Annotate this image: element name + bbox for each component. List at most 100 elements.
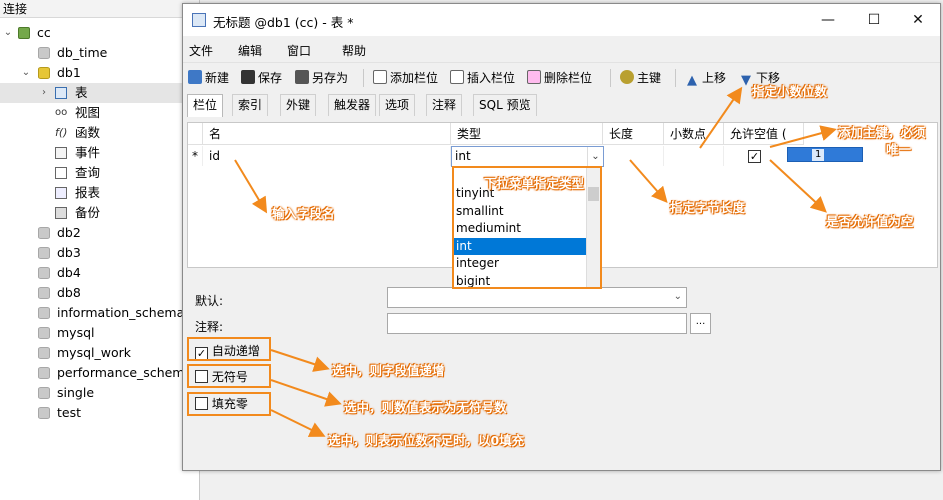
new-button[interactable]: 新建: [188, 68, 229, 88]
tree-item-views[interactable]: oo 视图: [0, 103, 200, 123]
column-header-type[interactable]: 类型: [451, 123, 603, 145]
highlight-unsigned: [187, 364, 271, 388]
field-length-cell[interactable]: [603, 146, 664, 166]
tab-options[interactable]: 选项: [379, 94, 416, 116]
insert-field-button[interactable]: 插入栏位: [450, 68, 515, 88]
annotation-auto-increment: 选中，则字段值递增: [332, 363, 445, 378]
database-icon: [38, 267, 50, 279]
maximize-button[interactable]: ☐: [851, 4, 897, 36]
annotation-unsigned: 选中，则数值表示为无符号数: [344, 400, 507, 415]
menu-window[interactable]: 窗口: [287, 42, 311, 59]
menu-help[interactable]: 帮助: [342, 42, 366, 59]
primary-key-button[interactable]: 主键: [620, 68, 661, 88]
tab-foreign-keys[interactable]: 外键: [280, 94, 317, 116]
annotation-zerofill: 选中，则表示位数不足时，以0填充: [328, 433, 525, 448]
toolbar-divider: [610, 69, 611, 87]
arrow-down-icon: ▼: [741, 73, 751, 88]
tree-db-db_time[interactable]: db_time: [0, 43, 200, 63]
insert-field-icon: [450, 70, 464, 84]
save-as-icon: [295, 70, 309, 84]
tree-db[interactable]: performance_schema: [0, 363, 200, 383]
column-header-name[interactable]: 名: [203, 123, 451, 145]
title-bar: 无标题 @db1 (cc) - 表 * — ☐ ✕: [183, 4, 940, 36]
tree-item-functions[interactable]: f() 函数: [0, 123, 200, 143]
field-type-combobox[interactable]: int ⌄: [451, 146, 604, 167]
tree-db[interactable]: mysql: [0, 323, 200, 343]
tree-db[interactable]: single: [0, 383, 200, 403]
window-title: 无标题 @db1 (cc) - 表 *: [213, 15, 354, 30]
tree-item-reports[interactable]: 报表: [0, 183, 200, 203]
grid-corner: [188, 123, 203, 145]
close-button[interactable]: ✕: [895, 4, 941, 36]
tree-db[interactable]: mysql_work: [0, 343, 200, 363]
table-icon: [55, 87, 67, 99]
delete-field-button[interactable]: 删除栏位: [527, 68, 592, 88]
comment-expand-button[interactable]: ...: [690, 313, 711, 334]
add-field-button[interactable]: 添加栏位: [373, 68, 438, 88]
tree-db[interactable]: information_schema: [0, 303, 200, 323]
primary-key-marker: 1: [787, 147, 863, 162]
save-as-button[interactable]: 另存为: [295, 68, 348, 88]
query-icon: [55, 167, 67, 179]
database-open-icon: [38, 67, 50, 79]
comment-label: 注释:: [195, 320, 224, 334]
database-icon: [38, 287, 50, 299]
tree-db[interactable]: db4: [0, 263, 200, 283]
tab-triggers[interactable]: 触发器: [328, 94, 377, 116]
connection-navigator: 连接 ⌄ cc db_time ⌄ db1 › 表 oo 视图 f() 函数 事…: [0, 0, 200, 500]
chevron-down-icon[interactable]: ⌄: [587, 147, 603, 166]
database-icon: [38, 47, 50, 59]
arrow-up-icon: ▲: [687, 73, 697, 88]
field-name-cell[interactable]: id: [203, 146, 451, 166]
tree-item-backups[interactable]: 备份: [0, 203, 200, 223]
database-icon: [38, 367, 50, 379]
table-icon: [192, 13, 206, 27]
field-decimals-cell[interactable]: [664, 146, 724, 166]
primary-key-index: 1: [812, 149, 825, 161]
minimize-button[interactable]: —: [805, 4, 851, 36]
chevron-right-icon[interactable]: ›: [38, 83, 50, 103]
field-type-value: int: [455, 149, 471, 163]
annotation-allow-null: 是否允许值为空: [826, 214, 914, 229]
annotation-length: 指定字节长度: [670, 200, 746, 215]
add-field-icon: [373, 70, 387, 84]
menu-bar: 文件 编辑 窗口 帮助: [183, 36, 940, 62]
tab-fields[interactable]: 栏位: [187, 94, 224, 117]
move-up-button[interactable]: ▲ 上移: [685, 68, 726, 88]
chevron-down-icon[interactable]: ⌄: [674, 291, 682, 302]
comment-input[interactable]: [387, 313, 687, 334]
tree-db[interactable]: test: [0, 403, 200, 423]
connection-icon: [18, 27, 30, 39]
tab-indexes[interactable]: 索引: [232, 94, 269, 116]
menu-file[interactable]: 文件: [189, 42, 213, 59]
column-header-decimals[interactable]: 小数点: [664, 123, 724, 145]
row-marker: *: [188, 146, 203, 166]
delete-field-icon: [527, 70, 541, 84]
save-button[interactable]: 保存: [241, 68, 282, 88]
tree-db[interactable]: db3: [0, 243, 200, 263]
chevron-down-icon[interactable]: ⌄: [20, 63, 32, 83]
default-value-combobox[interactable]: ⌄: [387, 287, 687, 308]
tab-sql-preview[interactable]: SQL 预览: [473, 94, 537, 116]
tab-comment[interactable]: 注释: [426, 94, 463, 116]
annotation-primary-key: 添加主键，必须: [838, 125, 926, 140]
tree-item-tables[interactable]: › 表: [0, 83, 200, 103]
tree-item-queries[interactable]: 查询: [0, 163, 200, 183]
allow-null-checkbox[interactable]: ✓: [748, 150, 761, 163]
default-label: 默认:: [195, 294, 224, 308]
key-icon: [620, 70, 634, 84]
tree-db-db1[interactable]: ⌄ db1: [0, 63, 200, 83]
annotation-dropdown-type: 下拉菜单指定类型: [484, 176, 585, 191]
view-icon: oo: [55, 107, 68, 118]
chevron-down-icon[interactable]: ⌄: [2, 23, 14, 43]
column-header-length[interactable]: 长度: [603, 123, 664, 145]
menu-edit[interactable]: 编辑: [238, 42, 262, 59]
tree-db[interactable]: db2: [0, 223, 200, 243]
tree-item-events[interactable]: 事件: [0, 143, 200, 163]
tree-connection-cc[interactable]: ⌄ cc: [0, 23, 200, 43]
tree-db[interactable]: db8: [0, 283, 200, 303]
annotation-primary-key-line2: 唯一: [886, 142, 912, 157]
annotation-field-name: 输入字段名: [272, 206, 335, 221]
column-header-allow-null[interactable]: 允许空值 (: [724, 123, 804, 145]
highlight-auto-increment: [187, 337, 271, 361]
